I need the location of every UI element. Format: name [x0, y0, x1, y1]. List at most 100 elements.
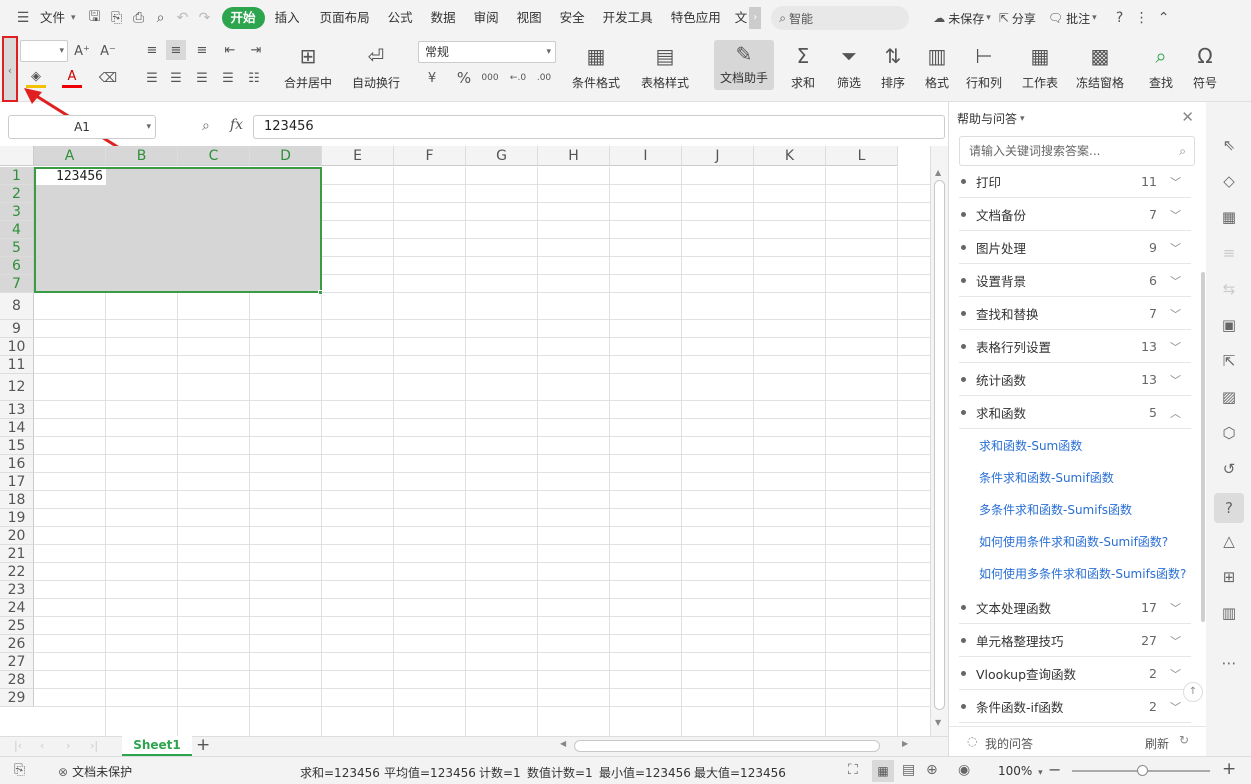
align-top-icon[interactable]: ≡ — [142, 40, 162, 60]
more-dots-icon[interactable]: ⋯ — [1218, 652, 1240, 674]
row-header-21[interactable]: 21 — [0, 545, 34, 563]
justify-icon[interactable]: ☰ — [218, 68, 238, 88]
help-article-link[interactable]: 如何使用条件求和函数-Sumif函数? — [979, 533, 1168, 550]
first-sheet-icon[interactable]: |‹ — [14, 739, 22, 752]
row-header-27[interactable]: 27 — [0, 653, 34, 671]
help-panel-title[interactable]: 帮助与问答 ▾ — [957, 110, 1025, 127]
print-icon[interactable]: ⎙ — [128, 7, 150, 29]
help-topic-item[interactable]: 图片处理 9 ﹀ — [959, 232, 1191, 264]
align-left-icon[interactable]: ☰ — [142, 68, 162, 88]
row-header-23[interactable]: 23 — [0, 581, 34, 599]
row-header-24[interactable]: 24 — [0, 599, 34, 617]
row-header-26[interactable]: 26 — [0, 635, 34, 653]
tab-insert[interactable]: 插入 — [269, 7, 306, 29]
column-header-d[interactable]: D — [250, 146, 322, 166]
save-icon[interactable]: 🖫 — [84, 7, 106, 29]
vertical-scroll-thumb[interactable] — [934, 180, 945, 710]
tabs-scroll-right-icon[interactable]: › — [749, 7, 762, 29]
symbol-button[interactable]: Ω 符号 — [1190, 42, 1220, 91]
scroll-up-icon[interactable]: ▲ — [935, 168, 941, 177]
tab-review[interactable]: 审阅 — [468, 7, 505, 29]
hamburger-menu-icon[interactable]: ☰ — [12, 7, 34, 29]
sort-button[interactable]: ⇅ 排序 — [878, 42, 908, 91]
scroll-right-icon[interactable]: ▶ — [902, 739, 908, 748]
tab-view[interactable]: 视图 — [511, 7, 548, 29]
help-topic-item[interactable]: 文本处理函数 17 ﹀ — [959, 592, 1191, 624]
row-header-28[interactable]: 28 — [0, 671, 34, 689]
distributed-icon[interactable]: ☷ — [244, 68, 264, 88]
row-header-9[interactable]: 9 — [0, 320, 34, 338]
row-header-3[interactable]: 3 — [0, 203, 34, 221]
row-header-2[interactable]: 2 — [0, 185, 34, 203]
tab-developer[interactable]: 开发工具 — [597, 7, 659, 29]
style-icon[interactable]: △ — [1218, 530, 1240, 552]
help-article-link[interactable]: 多条件求和函数-Sumifs函数 — [979, 501, 1132, 518]
format-button[interactable]: ▥ 格式 — [922, 42, 952, 91]
row-header-7[interactable]: 7 — [0, 275, 34, 293]
row-header-18[interactable]: 18 — [0, 491, 34, 509]
zoom-select[interactable]: 100% ▾ — [998, 764, 1043, 778]
help-topic-item[interactable]: 设置背景 6 ﹀ — [959, 265, 1191, 297]
column-header-c[interactable]: C — [178, 146, 250, 166]
page-break-view-icon[interactable]: ▤ — [902, 762, 915, 778]
formula-input[interactable]: 123456 — [253, 115, 945, 139]
row-header-14[interactable]: 14 — [0, 419, 34, 437]
name-box[interactable]: A1 ▾ — [8, 115, 156, 139]
refresh-link[interactable]: 刷新 — [1145, 735, 1169, 752]
tab-more[interactable]: 文 — [729, 7, 750, 29]
zoom-formula-icon[interactable]: ⌕ — [202, 118, 210, 134]
percent-icon[interactable]: % — [454, 68, 474, 88]
increase-decimal-icon[interactable]: ←.0 — [508, 68, 528, 88]
collapse-panel-handle[interactable]: ‹ — [2, 36, 18, 102]
zoom-slider-thumb[interactable] — [1137, 765, 1148, 776]
column-header-b[interactable]: B — [106, 146, 178, 166]
row-header-6[interactable]: 6 — [0, 257, 34, 275]
font-size-select[interactable]: ▾ — [20, 40, 68, 62]
row-header-22[interactable]: 22 — [0, 563, 34, 581]
image-icon[interactable]: ▣ — [1218, 314, 1240, 336]
scroll-left-icon[interactable]: ◀ — [560, 739, 566, 748]
transfer-icon[interactable]: ⇆ — [1218, 278, 1240, 300]
filter-button[interactable]: ⏷ 筛选 — [834, 42, 864, 91]
tab-security[interactable]: 安全 — [554, 7, 591, 29]
fx-icon[interactable]: fx — [230, 117, 243, 133]
macro-icon[interactable]: ⎘ — [14, 762, 25, 778]
select-all-corner[interactable] — [0, 146, 34, 166]
increase-font-icon[interactable]: A⁺ — [72, 41, 92, 61]
help-article-link[interactable]: 如何使用多条件求和函数-Sumifs函数? — [979, 565, 1186, 582]
more-icon[interactable]: ⋮ — [1131, 7, 1153, 29]
column-header-l[interactable]: L — [826, 146, 898, 166]
apps-grid-icon[interactable]: ⊞ — [1218, 566, 1240, 588]
row-col-button[interactable]: ⊢ 行和列 — [966, 42, 1002, 91]
settings-sliders-icon[interactable]: ≡ — [1218, 242, 1240, 264]
comment-button[interactable]: 🗨 批注 ▾ — [1048, 10, 1097, 27]
find-button[interactable]: ⌕ 查找 — [1146, 42, 1176, 91]
smart-search-box[interactable]: ⌕ 智能 — [771, 6, 910, 30]
decrease-decimal-icon[interactable]: .00 — [534, 68, 554, 88]
row-header-10[interactable]: 10 — [0, 338, 34, 356]
row-header-12[interactable]: 12 — [0, 374, 34, 401]
unsaved-button[interactable]: ☁ 未保存 ▾ — [933, 10, 991, 27]
my-questions-link[interactable]: 我的问答 — [985, 735, 1033, 752]
undo-icon[interactable]: ↶ — [172, 7, 194, 29]
align-center-icon[interactable]: ☰ — [166, 68, 186, 88]
help-topic-item[interactable]: 打印 11 ﹀ — [959, 166, 1191, 198]
worksheet-button[interactable]: ▦ 工作表 — [1022, 42, 1058, 91]
row-header-15[interactable]: 15 — [0, 437, 34, 455]
vertical-scrollbar[interactable]: ▲ ▼ — [930, 146, 948, 736]
row-header-19[interactable]: 19 — [0, 509, 34, 527]
column-header-e[interactable]: E — [322, 146, 394, 166]
sheet-tab-sheet1[interactable]: Sheet1 — [122, 736, 192, 756]
freeze-panes-button[interactable]: ▩ 冻结窗格 — [1076, 42, 1124, 91]
help-topic-item[interactable]: 表格行列设置 13 ﹀ — [959, 331, 1191, 363]
collapse-ribbon-icon[interactable]: ⌃ — [1153, 7, 1175, 29]
normal-view-icon[interactable]: ▦ — [872, 760, 894, 782]
column-header-g[interactable]: G — [466, 146, 538, 166]
table-style-button[interactable]: ▤ 表格样式 — [641, 42, 689, 91]
help-icon[interactable]: ? — [1109, 7, 1131, 29]
file-menu[interactable]: 文件 — [34, 7, 71, 29]
last-sheet-icon[interactable]: ›| — [90, 739, 98, 752]
row-header-20[interactable]: 20 — [0, 527, 34, 545]
prev-sheet-icon[interactable]: ‹ — [40, 739, 44, 752]
align-bottom-icon[interactable]: ≡ — [192, 40, 212, 60]
